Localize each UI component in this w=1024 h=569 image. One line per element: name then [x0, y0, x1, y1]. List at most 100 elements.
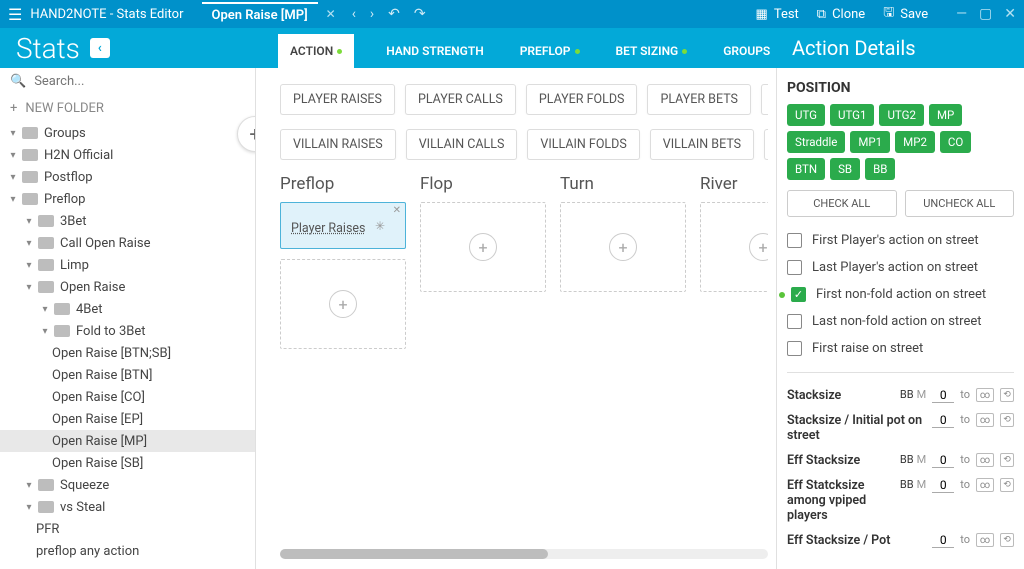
tree-or-btn-sb[interactable]: Open Raise [BTN;SB]	[0, 342, 255, 364]
action-pill[interactable]: PLAYER CALLS	[405, 84, 516, 115]
tab-close-icon[interactable]: ✕	[326, 7, 336, 21]
nav-prev-icon[interactable]: ‹	[352, 6, 356, 22]
tree-or-btn[interactable]: Open Raise [BTN]	[0, 364, 255, 386]
position-chip[interactable]: Straddle	[787, 131, 845, 153]
position-chip[interactable]: MP2	[895, 131, 935, 153]
position-chip[interactable]: BB	[865, 158, 895, 180]
range-from-input[interactable]	[932, 453, 954, 468]
menu-icon[interactable]: ☰	[8, 5, 22, 24]
tab-groups[interactable]: GROUPS	[719, 34, 774, 68]
checkbox[interactable]	[787, 341, 802, 356]
tree-h2n-official[interactable]: ▾H2N Official	[0, 144, 255, 166]
add-action-button[interactable]: +	[609, 233, 637, 261]
add-action-button[interactable]: +	[749, 233, 768, 261]
checkbox[interactable]	[787, 260, 802, 275]
reset-icon[interactable]: ⟲	[1000, 413, 1014, 427]
action-pill[interactable]: PLAYER RAISES	[280, 84, 395, 115]
tree-postflop[interactable]: ▾Postflop	[0, 166, 255, 188]
horizontal-scrollbar[interactable]	[280, 549, 768, 559]
reset-icon[interactable]: ⟲	[1000, 453, 1014, 467]
infinity-icon[interactable]: ∞	[976, 533, 994, 547]
save-button[interactable]: 🖫Save	[883, 3, 928, 25]
tree-or-co[interactable]: Open Raise [CO]	[0, 386, 255, 408]
new-folder-button[interactable]: + NEW FOLDER	[0, 95, 255, 122]
flop-dropzone[interactable]: +	[420, 202, 546, 292]
tree-pfr[interactable]: PFR	[0, 518, 255, 540]
card-extra-icon[interactable]: ✳	[375, 219, 385, 233]
back-button[interactable]: ‹	[90, 38, 110, 58]
tab-bet-sizing[interactable]: BET SIZING	[612, 34, 692, 68]
action-pill[interactable]: VILLAIN CHE	[764, 129, 768, 160]
infinity-icon[interactable]: ∞	[976, 388, 994, 402]
position-chip[interactable]: BTN	[787, 158, 825, 180]
infinity-icon[interactable]: ∞	[976, 453, 994, 467]
check-all-button[interactable]: CHECK ALL	[787, 190, 897, 217]
add-action-button[interactable]: +	[469, 233, 497, 261]
action-pill[interactable]: PLAYER BETS	[647, 84, 751, 115]
tree-or-ep[interactable]: Open Raise [EP]	[0, 408, 255, 430]
tree-groups[interactable]: ▾Groups	[0, 122, 255, 144]
open-tab-name[interactable]: Open Raise [MP]	[202, 2, 318, 27]
preflop-dropzone[interactable]: +	[280, 259, 406, 349]
action-pill[interactable]: VILLAIN RAISES	[280, 129, 396, 160]
check-row[interactable]: Last non-fold action on street	[787, 308, 1014, 335]
tree-or-sb[interactable]: Open Raise [SB]	[0, 452, 255, 474]
tree-squeeze[interactable]: ▾Squeeze	[0, 474, 255, 496]
tree-preflop-any[interactable]: preflop any action	[0, 540, 255, 562]
tab-action[interactable]: ACTION	[278, 34, 354, 68]
range-from-input[interactable]	[932, 533, 954, 548]
action-pill[interactable]: VILLAIN BETS	[650, 129, 754, 160]
reset-icon[interactable]: ⟲	[1000, 533, 1014, 547]
bb-toggle[interactable]: BBM	[900, 478, 926, 491]
action-pill[interactable]: VILLAIN CALLS	[406, 129, 518, 160]
tree-3bet[interactable]: ▾3Bet	[0, 210, 255, 232]
range-from-input[interactable]	[932, 388, 954, 403]
tree-limp[interactable]: ▾Limp	[0, 254, 255, 276]
redo-icon[interactable]: ↷	[414, 6, 426, 22]
range-from-input[interactable]	[932, 413, 954, 428]
uncheck-all-button[interactable]: UNCHECK ALL	[905, 190, 1015, 217]
nav-next-icon[interactable]: ›	[370, 6, 374, 22]
river-dropzone[interactable]: +	[700, 202, 768, 292]
position-chip[interactable]: CO	[940, 131, 971, 153]
position-chip[interactable]: UTG1	[830, 104, 874, 126]
clone-button[interactable]: ⧉Clone	[817, 7, 865, 22]
action-pill[interactable]: VILLAIN FOLDS	[527, 129, 639, 160]
tree-4bet[interactable]: ▾4Bet	[0, 298, 255, 320]
close-icon[interactable]: ✕	[1004, 6, 1016, 22]
tree-preflop[interactable]: ▾Preflop	[0, 188, 255, 210]
infinity-icon[interactable]: ∞	[976, 413, 994, 427]
checkbox[interactable]: ✓	[791, 287, 806, 302]
tree-call-open-raise[interactable]: ▾Call Open Raise	[0, 232, 255, 254]
position-chip[interactable]: UTG2	[879, 104, 923, 126]
turn-dropzone[interactable]: +	[560, 202, 686, 292]
position-chip[interactable]: SB	[830, 158, 860, 180]
check-row[interactable]: First Player's action on street	[787, 227, 1014, 254]
tab-hand-strength[interactable]: HAND STRENGTH	[382, 34, 488, 68]
undo-icon[interactable]: ↶	[388, 6, 400, 22]
checkbox[interactable]	[787, 314, 802, 329]
tab-preflop[interactable]: PREFLOP	[516, 34, 584, 68]
maximize-icon[interactable]: ▢	[979, 6, 992, 22]
card-close-icon[interactable]: ✕	[393, 205, 401, 216]
position-chip[interactable]: UTG	[787, 104, 825, 126]
infinity-icon[interactable]: ∞	[976, 478, 994, 492]
scrollbar-thumb[interactable]	[280, 549, 548, 559]
test-button[interactable]: ▦Test	[756, 7, 799, 22]
check-row[interactable]: First raise on street	[787, 335, 1014, 362]
position-chip[interactable]: MP	[929, 104, 962, 126]
minimize-icon[interactable]: —	[956, 6, 967, 22]
range-from-input[interactable]	[932, 478, 954, 493]
reset-icon[interactable]: ⟲	[1000, 388, 1014, 402]
preflop-action-card[interactable]: ✕ Player Raises ✳	[280, 202, 406, 249]
check-row[interactable]: Last Player's action on street	[787, 254, 1014, 281]
add-action-button[interactable]: +	[329, 290, 357, 318]
check-row[interactable]: ✓First non-fold action on street	[787, 281, 1014, 308]
tree-vs-steal[interactable]: ▾vs Steal	[0, 496, 255, 518]
bb-toggle[interactable]: BBM	[900, 453, 926, 466]
tree-or-mp[interactable]: Open Raise [MP]	[0, 430, 255, 452]
tree-fold-to-3bet[interactable]: ▾Fold to 3Bet	[0, 320, 255, 342]
action-pill[interactable]: PLAYER CHE	[761, 84, 768, 115]
search-input[interactable]	[34, 74, 245, 89]
tree-open-raise[interactable]: ▾Open Raise	[0, 276, 255, 298]
